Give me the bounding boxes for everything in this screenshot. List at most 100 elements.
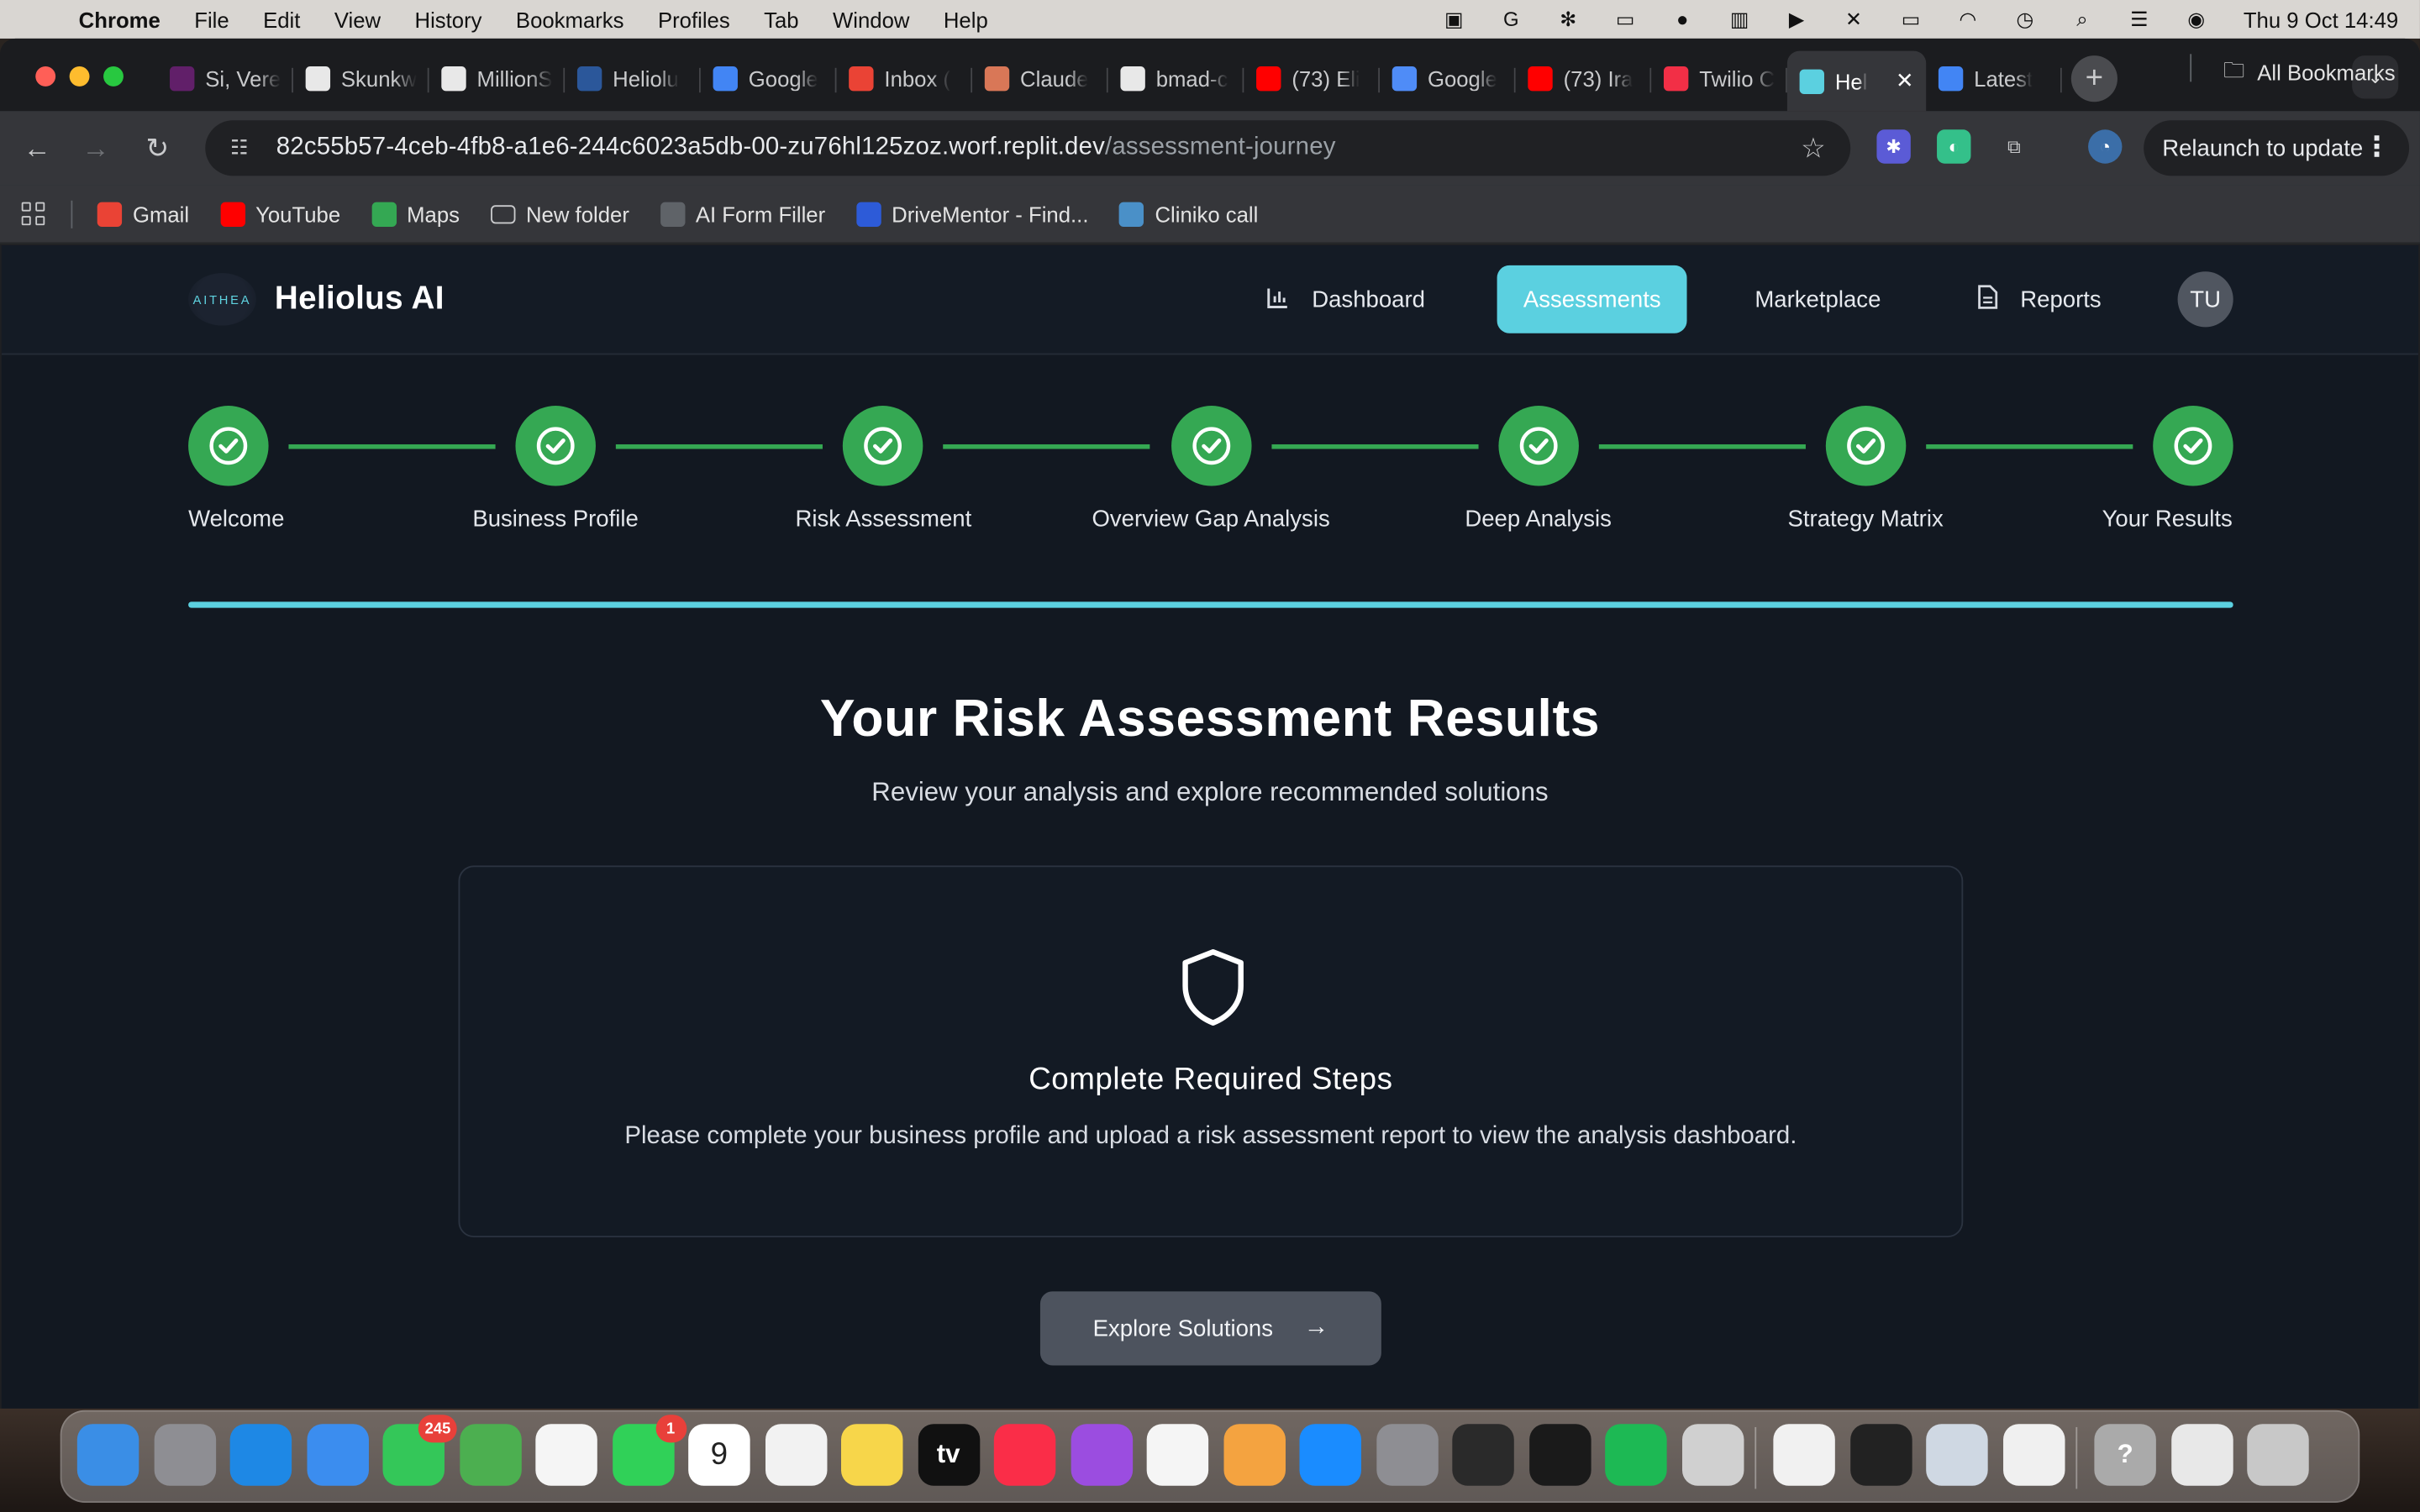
browser-tab[interactable]: bmad-c	[1108, 54, 1244, 103]
claude-status-icon[interactable]: ✻	[1554, 7, 1583, 30]
launchpad-icon[interactable]	[153, 1424, 216, 1486]
browser-tab[interactable]: Skunkw	[293, 54, 429, 103]
extension-green-icon[interactable]: ◐	[1937, 129, 1971, 164]
bookmark-item[interactable]: DriveMentor - Find...	[855, 201, 1088, 227]
browser-tab[interactable]: Claude	[972, 54, 1108, 103]
iphone-mirroring-icon[interactable]	[1681, 1424, 1744, 1486]
relaunch-to-update-button[interactable]: Relaunch to update ⋮	[2144, 120, 2410, 176]
browser-tab[interactable]: MillionS	[429, 54, 566, 103]
menu-tab[interactable]: Tab	[747, 7, 816, 31]
menu-app-name[interactable]: Chrome	[61, 7, 177, 31]
zoom-window-button[interactable]	[103, 66, 124, 87]
calendar-icon[interactable]: 9	[688, 1424, 750, 1486]
step-complete-indicator[interactable]	[1171, 406, 1251, 486]
forward-arrow-icon[interactable]: →	[77, 129, 114, 166]
news-icon[interactable]	[1146, 1424, 1209, 1486]
bookmark-item[interactable]: Maps	[371, 201, 460, 227]
chrome-icon[interactable]	[1773, 1424, 1835, 1486]
bookmark-star-icon[interactable]: ☆	[1801, 133, 1826, 165]
photos-icon[interactable]	[535, 1424, 597, 1486]
memory-icon[interactable]: ▥	[1725, 7, 1754, 30]
chrome-menu-icon[interactable]: ⋮	[2363, 131, 2391, 164]
nav-assessments[interactable]: Assessments	[1497, 265, 1687, 333]
close-tab-icon[interactable]: ✕	[1896, 68, 1914, 94]
menu-history[interactable]: History	[397, 7, 498, 31]
extension-purple-icon[interactable]: ✱	[1876, 129, 1911, 164]
bookmark-item[interactable]: YouTube	[219, 201, 340, 227]
pages-icon[interactable]	[1223, 1424, 1286, 1486]
shortcuts-app-icon[interactable]	[1528, 1424, 1591, 1486]
menu-file[interactable]: File	[177, 7, 246, 31]
musescore-icon[interactable]	[1452, 1424, 1514, 1486]
maps-icon[interactable]	[459, 1424, 521, 1486]
play-icon[interactable]: ▶	[1782, 7, 1812, 30]
menu-help[interactable]: Help	[927, 7, 1005, 31]
menu-clock[interactable]: Thu 9 Oct 14:49	[2244, 7, 2398, 31]
step-complete-indicator[interactable]	[1825, 406, 1907, 486]
bookmark-item[interactable]: New folder	[490, 202, 629, 226]
control-center-icon[interactable]: ☰	[2124, 7, 2154, 30]
apps-grid-icon[interactable]	[21, 201, 46, 226]
close-window-button[interactable]	[35, 66, 56, 87]
browser-tab[interactable]: Si, Vere	[157, 54, 293, 103]
browser-tab[interactable]: (73) Ira	[1516, 54, 1652, 103]
step-complete-indicator[interactable]	[515, 406, 597, 486]
menu-window[interactable]: Window	[816, 7, 927, 31]
messages-icon[interactable]: 245	[382, 1415, 457, 1486]
reminders-icon[interactable]	[765, 1424, 827, 1486]
nav-dashboard[interactable]: Dashboard	[1265, 265, 1425, 333]
menu-view[interactable]: View	[318, 7, 398, 31]
finder-icon[interactable]	[76, 1424, 139, 1486]
new-tab-button[interactable]: +	[2070, 55, 2118, 102]
bookmark-item[interactable]: AI Form Filler	[660, 201, 825, 227]
documents-icon[interactable]	[2170, 1424, 2233, 1486]
explore-solutions-button[interactable]: Explore Solutions →	[1039, 1291, 1381, 1366]
browser-tab[interactable]: (73) Eli	[1244, 54, 1381, 103]
battery-icon[interactable]: ▭	[1897, 7, 1926, 30]
grammarly-icon[interactable]: G	[1497, 8, 1526, 31]
site-info-icon[interactable]: ☷	[224, 133, 255, 164]
wifi-icon[interactable]: ◠	[1954, 7, 1983, 30]
step-complete-indicator[interactable]	[1497, 406, 1579, 486]
podcasts-icon[interactable]	[1070, 1424, 1133, 1486]
step-complete-indicator[interactable]	[188, 406, 269, 486]
profile-avatar-icon[interactable]: ◔	[2088, 129, 2123, 164]
user-avatar[interactable]: TU	[2177, 271, 2233, 328]
textedit-icon[interactable]	[2002, 1424, 2065, 1486]
menu-bookmarks[interactable]: Bookmarks	[499, 7, 641, 31]
safari-icon[interactable]	[229, 1424, 292, 1486]
status-app-icon[interactable]: ▣	[1439, 7, 1469, 30]
time-machine-icon[interactable]: ◷	[2010, 7, 2039, 30]
browser-tab[interactable]: Inbox (	[836, 54, 973, 103]
menu-profiles[interactable]: Profiles	[641, 7, 747, 31]
bookmark-item[interactable]: Gmail	[97, 201, 189, 227]
extensions-puzzle-icon[interactable]: ⧉	[1997, 129, 2031, 163]
reload-icon[interactable]: ↻	[139, 129, 176, 166]
facetime-icon[interactable]: 1	[612, 1415, 687, 1486]
browser-tab[interactable]: Google	[1380, 54, 1516, 103]
spotify-icon[interactable]	[1605, 1424, 1667, 1486]
siri-icon[interactable]: ◉	[2181, 7, 2211, 30]
browser-tab[interactable]: Twilio C	[1651, 54, 1787, 103]
address-bar[interactable]: ☷ 82c55b57-4ceb-4fb8-a1e6-244c6023a5db-0…	[205, 120, 1851, 176]
nav-marketplace[interactable]: Marketplace	[1754, 265, 1881, 333]
step-complete-indicator[interactable]	[843, 406, 923, 486]
spotlight-search-icon[interactable]: ⌕	[2067, 7, 2096, 30]
all-bookmarks-button[interactable]: 🗀 All Bookmarks	[2223, 54, 2396, 91]
step-complete-indicator[interactable]	[2153, 406, 2233, 486]
mute-icon[interactable]: ✕	[1839, 7, 1869, 30]
preview-icon[interactable]	[1926, 1424, 1988, 1486]
system-settings-icon[interactable]	[1376, 1424, 1438, 1486]
mail-icon[interactable]	[306, 1424, 369, 1486]
figma-like-icon[interactable]	[1849, 1424, 1912, 1486]
help-icon[interactable]: ?	[2094, 1424, 2156, 1486]
tab-active[interactable]: Hel ✕	[1786, 50, 1927, 112]
menu-edit[interactable]: Edit	[246, 7, 318, 31]
music-icon[interactable]	[993, 1424, 1056, 1486]
browser-tab[interactable]: Heliolu	[565, 54, 701, 103]
browser-tab[interactable]: Google	[701, 54, 837, 103]
user-icon[interactable]: ●	[1668, 8, 1697, 31]
display-icon[interactable]: ▭	[1611, 7, 1640, 30]
nav-reports[interactable]: Reports	[1977, 265, 2102, 333]
bookmark-item[interactable]: Cliniko call	[1119, 201, 1258, 227]
